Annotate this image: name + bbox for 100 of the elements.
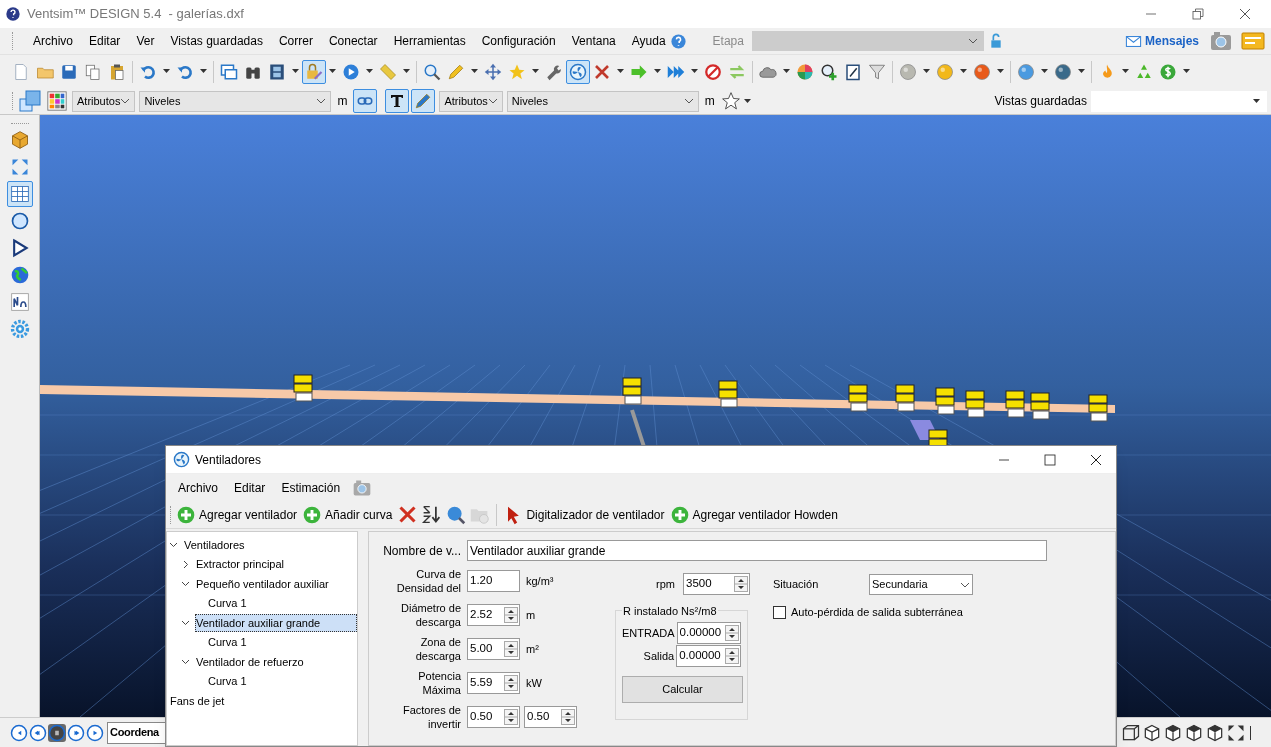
cube-view-icon[interactable] xyxy=(1142,722,1162,743)
caret-icon[interactable] xyxy=(617,69,624,74)
spinner-arrows-icon[interactable] xyxy=(725,625,739,641)
menu-item[interactable]: Archivo xyxy=(25,32,81,50)
pause-icon[interactable] xyxy=(48,723,66,742)
table-icon[interactable] xyxy=(6,181,33,207)
fan-marker-icon[interactable] xyxy=(293,374,313,402)
number-field[interactable]: 0.00000 xyxy=(676,645,741,667)
fan-marker-icon[interactable] xyxy=(848,384,868,412)
menu-item[interactable]: Configuración xyxy=(473,32,564,50)
messages-button[interactable]: Mensajes xyxy=(1124,32,1199,50)
fan-marker-icon[interactable] xyxy=(1088,394,1108,422)
tree-item[interactable]: Fans de jet xyxy=(169,691,228,710)
color-grid-icon[interactable] xyxy=(46,90,68,112)
situation-dropdown[interactable]: Secundaria xyxy=(869,574,973,595)
star-outline-icon[interactable] xyxy=(720,91,741,111)
number-field[interactable]: 5.59 xyxy=(467,672,520,694)
fan-marker-icon[interactable] xyxy=(965,390,985,418)
combo-box[interactable]: Atributos xyxy=(439,90,503,112)
toolbar-button[interactable]: Agregar ventilador Howden xyxy=(669,504,838,525)
number-field[interactable]: 2.52 xyxy=(467,604,520,626)
text-toggle[interactable] xyxy=(385,89,410,113)
rewind-icon[interactable] xyxy=(10,723,28,742)
tree-item[interactable]: Ventiladores xyxy=(183,535,248,554)
combo-box[interactable]: Niveles xyxy=(139,90,332,112)
fan-marker-icon[interactable] xyxy=(1030,392,1050,420)
expanded-chevron-icon[interactable] xyxy=(181,618,190,628)
menu-item[interactable]: Ver xyxy=(128,32,163,50)
number-field[interactable]: 0.50 xyxy=(467,706,520,728)
tree-item[interactable]: Pequeño ventilador auxiliar xyxy=(195,574,332,593)
tree-item[interactable]: Curva 1 xyxy=(207,633,250,652)
caret-icon[interactable] xyxy=(329,69,336,74)
spinner-arrows-icon[interactable] xyxy=(725,648,739,664)
caret-icon[interactable] xyxy=(997,69,1004,74)
menu-item[interactable]: Correr xyxy=(270,32,321,50)
caret-icon[interactable] xyxy=(532,69,539,74)
fan-marker-icon[interactable] xyxy=(1005,390,1025,418)
help-icon[interactable] xyxy=(669,32,687,50)
spinner-arrows-icon[interactable] xyxy=(504,641,518,657)
chevron-down-icon[interactable] xyxy=(960,581,970,588)
toolbar-button[interactable]: Digitalizador de ventilador xyxy=(503,504,665,525)
cube-side-icon[interactable] xyxy=(1205,722,1225,743)
frame-view-icon[interactable] xyxy=(1121,722,1141,743)
spinner-arrows-icon[interactable] xyxy=(734,576,748,592)
combo-box[interactable]: Niveles xyxy=(506,90,699,112)
caret-icon[interactable] xyxy=(292,69,299,74)
chevron-down-icon[interactable] xyxy=(487,98,498,104)
caret-icon[interactable] xyxy=(923,69,930,74)
calculate-button[interactable]: Calcular xyxy=(622,676,743,703)
link-icon[interactable] xyxy=(353,89,378,113)
caret-icon[interactable] xyxy=(691,69,698,74)
fan-marker-icon[interactable] xyxy=(718,380,738,408)
sort-icon[interactable] xyxy=(421,504,443,525)
menu-item[interactable]: Ayuda xyxy=(623,32,674,50)
toolbar-button[interactable]: Añadir curva xyxy=(302,504,393,525)
fan-icon[interactable] xyxy=(566,59,590,84)
menu-item[interactable]: Vistas guardadas xyxy=(162,32,271,50)
fan-marker-icon[interactable] xyxy=(935,387,955,415)
caret-icon[interactable] xyxy=(1041,69,1048,74)
tree-item[interactable]: Ventilador auxiliar grande xyxy=(195,613,357,632)
caret-icon[interactable] xyxy=(654,69,661,74)
fan-marker-icon[interactable] xyxy=(622,377,642,405)
checkbox[interactable] xyxy=(773,605,786,619)
combo-box[interactable]: Atributos xyxy=(72,90,136,112)
cube-top-icon[interactable] xyxy=(1163,722,1183,743)
tree-item[interactable]: Extractor principal xyxy=(195,555,288,574)
expanded-chevron-icon[interactable] xyxy=(181,579,190,589)
number-field[interactable]: 0.00000 xyxy=(676,622,741,644)
caret-icon[interactable] xyxy=(1122,69,1129,74)
number-field[interactable]: 3500 xyxy=(683,573,750,595)
spinner-arrows-icon[interactable] xyxy=(504,675,518,691)
caret-icon[interactable] xyxy=(1183,69,1190,74)
cube-front-icon[interactable] xyxy=(1184,722,1204,743)
number-field[interactable]: 5.00 xyxy=(467,638,520,660)
spinner-arrows-icon[interactable] xyxy=(561,709,575,725)
menu-item[interactable]: Ventana xyxy=(563,32,624,50)
menu-item[interactable]: Estimación xyxy=(273,478,349,497)
spinner-arrows-icon[interactable] xyxy=(504,607,518,623)
number-field[interactable]: 0.50 xyxy=(524,706,577,728)
menu-item[interactable]: Conectar xyxy=(320,32,386,50)
caret-icon[interactable] xyxy=(471,69,478,74)
menu-item[interactable]: Herramientas xyxy=(385,32,474,50)
menu-item[interactable]: Editar xyxy=(81,32,129,50)
menu-item[interactable]: Archivo xyxy=(170,478,226,497)
caret-icon[interactable] xyxy=(366,69,373,74)
step-back-icon[interactable] xyxy=(29,723,47,742)
tree-item[interactable]: Ventilador de refuerzo xyxy=(195,652,307,671)
chevron-down-icon[interactable] xyxy=(683,98,694,104)
caret-icon[interactable] xyxy=(960,69,967,74)
chevron-down-icon[interactable] xyxy=(120,98,131,104)
name-field[interactable]: Ventilador auxiliar grande xyxy=(467,540,1047,561)
spinner-arrows-icon[interactable] xyxy=(504,709,518,725)
tree-item[interactable]: Curva 1 xyxy=(207,594,250,613)
caret-icon[interactable] xyxy=(163,69,170,74)
caret-icon[interactable] xyxy=(1078,69,1085,74)
toolbar-button[interactable]: Agregar ventilador xyxy=(176,504,298,525)
x-icon[interactable] xyxy=(397,504,419,525)
caret-icon[interactable] xyxy=(1253,98,1260,104)
number-field[interactable]: 1.20 xyxy=(467,570,520,592)
expanded-chevron-icon[interactable] xyxy=(181,657,190,667)
